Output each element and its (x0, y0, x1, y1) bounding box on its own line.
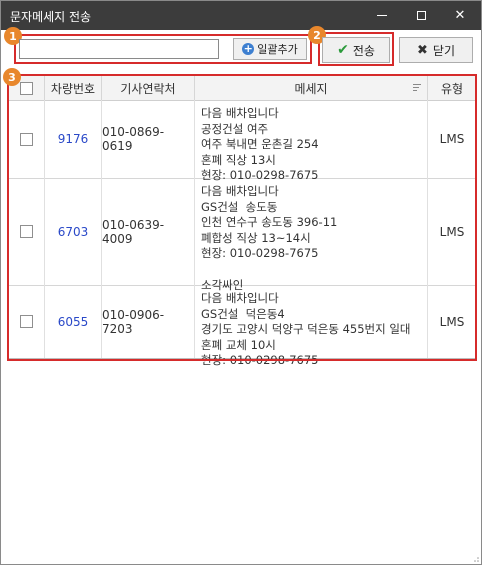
check-icon: ✔ (337, 42, 349, 58)
bulk-add-button[interactable]: + 일괄추가 (233, 38, 307, 60)
sms-send-window: 문자메세지 전송 ✕ 1 + 일괄추가 2 ✔ 전송 ✖ 닫기 차량번호 기사연… (0, 0, 482, 565)
maximize-button[interactable] (402, 1, 440, 30)
window-title: 문자메세지 전송 (10, 10, 92, 24)
title-bar[interactable]: 문자메세지 전송 ✕ (1, 1, 481, 30)
resize-grip-icon[interactable] (471, 554, 479, 562)
minimize-button[interactable] (363, 1, 401, 30)
close-icon: ✕ (454, 8, 466, 23)
maximize-icon (416, 11, 426, 20)
plus-circle-icon: + (242, 42, 255, 55)
highlight-box-3 (7, 74, 477, 361)
send-label: 전송 (352, 43, 375, 58)
close-window-button[interactable]: ✕ (441, 1, 479, 30)
badge-3: 3 (3, 68, 21, 86)
close-label: 닫기 (432, 43, 455, 58)
close-button[interactable]: ✖ 닫기 (399, 37, 473, 63)
minimize-icon (377, 15, 387, 16)
x-icon: ✖ (417, 42, 428, 58)
bulk-add-label: 일괄추가 (257, 43, 298, 56)
send-button[interactable]: ✔ 전송 (322, 37, 390, 63)
search-input[interactable] (19, 39, 219, 59)
